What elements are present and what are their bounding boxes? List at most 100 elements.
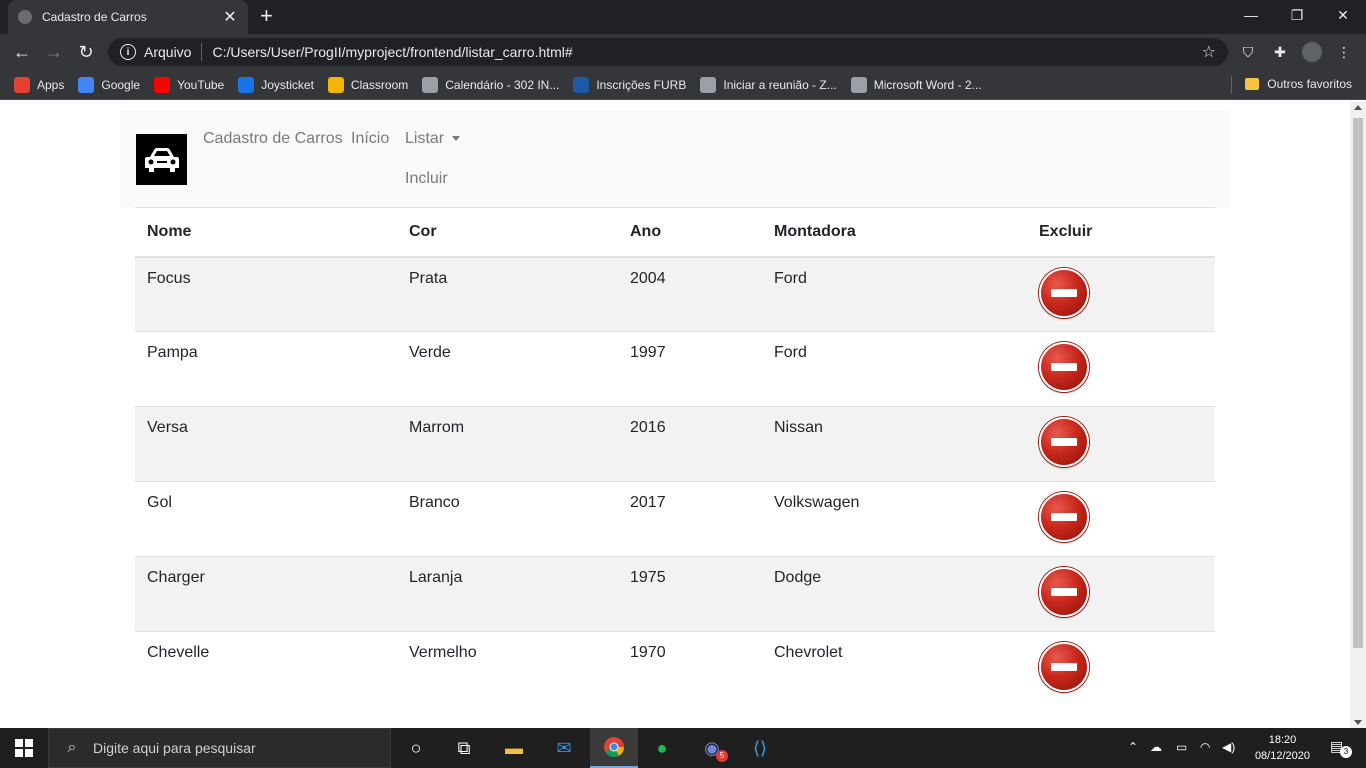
page-viewport: Cadastro de Carros Início Listar Incluir… (0, 102, 1350, 728)
cell-ano: 1970 (618, 631, 762, 707)
bookmark-item[interactable]: Joysticket (238, 76, 314, 93)
url-text[interactable]: C:/Users/User/ProgII/myproject/frontend/… (212, 44, 572, 60)
joysticket-icon (238, 76, 255, 93)
bookmark-item[interactable]: Classroom (327, 76, 408, 93)
forward-icon[interactable]: → (42, 40, 66, 64)
header-excluir: Excluir (1027, 207, 1215, 258)
bookmark-label: Inscrições FURB (596, 77, 687, 92)
restore-icon[interactable]: ❐ (1274, 0, 1320, 30)
header-ano: Ano (618, 207, 762, 258)
taskbar-clock[interactable]: 18:20 08/12/2020 (1255, 732, 1310, 764)
bookmark-label: Joysticket (261, 77, 314, 92)
minus-icon (1051, 513, 1077, 521)
cell-ano: 1975 (618, 556, 762, 632)
reload-icon[interactable]: ↻ (74, 40, 98, 64)
bookmark-item[interactable]: YouTube (154, 76, 224, 93)
cell-cor: Laranja (397, 556, 618, 632)
browser-title-bar: Cadastro de Carros ✕ + — ❐ ✕ (0, 0, 1366, 34)
cell-ano: 2017 (618, 481, 762, 557)
cell-excluir (1027, 406, 1215, 482)
cell-nome: Focus (135, 256, 397, 332)
bookmark-item[interactable]: Microsoft Word - 2... (850, 76, 982, 93)
youtube-icon (154, 76, 171, 93)
notification-center-icon[interactable]: ▤ 3 (1330, 738, 1352, 758)
windows-start-icon[interactable] (0, 728, 48, 768)
cell-montadora: Volkswagen (762, 481, 1027, 557)
caret-down-icon (452, 136, 461, 142)
scroll-up-icon[interactable] (1354, 105, 1362, 110)
minimize-icon[interactable]: — (1228, 0, 1274, 30)
task-view-icon[interactable]: ⧉ (440, 728, 488, 768)
delete-button[interactable] (1039, 342, 1089, 392)
discord-icon[interactable]: ◉ 5 (688, 728, 736, 768)
delete-button[interactable] (1039, 567, 1089, 617)
vscode-icon[interactable]: ⟨⟩ (736, 728, 784, 768)
table-row: Versa Marrom 2016 Nissan (135, 406, 1215, 482)
cell-cor: Marrom (397, 406, 618, 482)
delete-button[interactable] (1039, 492, 1089, 542)
browser-tab[interactable]: Cadastro de Carros ✕ (8, 0, 248, 34)
scroll-down-icon[interactable] (1354, 720, 1362, 725)
bookmark-item[interactable]: Inscrições FURB (573, 76, 687, 93)
wifi-icon[interactable]: ◠ (1200, 740, 1210, 754)
cell-montadora: Nissan (762, 406, 1027, 482)
delete-button[interactable] (1039, 417, 1089, 467)
bookmark-item[interactable]: Iniciar a reunião - Z... (700, 76, 837, 93)
info-icon[interactable]: i (120, 44, 136, 60)
menu-dots-icon[interactable]: ⋮ (1334, 42, 1354, 62)
cortana-icon[interactable]: ○ (392, 728, 440, 768)
profile-avatar[interactable] (1302, 42, 1322, 62)
cell-excluir (1027, 556, 1215, 632)
close-window-icon[interactable]: ✕ (1320, 0, 1366, 30)
bookmark-star-icon[interactable]: ☆ (1202, 42, 1216, 62)
header-montadora: Montadora (762, 207, 1027, 258)
cell-ano: 1997 (618, 331, 762, 407)
car-logo-icon[interactable] (136, 134, 187, 185)
navbar-brand[interactable]: Cadastro de Carros (203, 130, 343, 148)
cell-nome: Charger (135, 556, 397, 632)
cell-nome: Gol (135, 481, 397, 557)
back-icon[interactable]: ← (10, 40, 34, 64)
bookmarks-divider (1231, 76, 1232, 94)
tab-close-icon[interactable]: ✕ (222, 7, 238, 27)
file-explorer-icon[interactable]: ▬ (490, 728, 538, 768)
volume-icon[interactable]: ◀) (1222, 740, 1235, 754)
cell-montadora: Chevrolet (762, 631, 1027, 707)
clock-time: 18:20 (1268, 734, 1297, 746)
cell-nome: Chevelle (135, 631, 397, 707)
nav-link-incluir[interactable]: Incluir (405, 170, 448, 188)
taskbar-search[interactable]: ⌕ Digite aqui para pesquisar (48, 728, 391, 768)
delete-button[interactable] (1039, 642, 1089, 692)
folder-icon (1245, 78, 1260, 90)
cell-ano: 2016 (618, 406, 762, 482)
extensions-puzzle-icon[interactable]: ✚ (1270, 42, 1290, 62)
nav-link-inicio[interactable]: Início (351, 130, 389, 148)
delete-button[interactable] (1039, 267, 1089, 318)
cell-cor: Vermelho (397, 631, 618, 707)
search-icon: ⌕ (67, 739, 77, 756)
cell-montadora: Ford (762, 331, 1027, 407)
bookmark-label: Google (101, 77, 141, 92)
bookmark-label: Apps (37, 77, 65, 92)
address-bar[interactable]: i Arquivo C:/Users/User/ProgII/myproject… (108, 38, 1228, 66)
onedrive-icon[interactable]: ☁ (1150, 740, 1162, 754)
cell-excluir (1027, 331, 1215, 407)
notification-count: 3 (1340, 746, 1352, 758)
url-separator (201, 43, 203, 61)
page-scrollbar[interactable] (1350, 102, 1366, 728)
new-tab-button[interactable]: + (260, 5, 273, 27)
bookmark-item[interactable]: Apps (14, 76, 65, 93)
nav-dropdown-listar[interactable]: Listar (405, 130, 461, 148)
globe-icon (850, 76, 867, 93)
scroll-thumb[interactable] (1353, 118, 1363, 648)
bookmark-item[interactable]: Calendário - 302 IN... (422, 76, 559, 93)
bookmark-item[interactable]: Google (78, 76, 141, 93)
browser-toolbar: ← → ↻ i Arquivo C:/Users/User/ProgII/myp… (0, 34, 1366, 70)
mail-icon[interactable]: ✉ (540, 728, 588, 768)
spotify-icon[interactable]: ● (638, 728, 686, 768)
tray-chevron-icon[interactable]: ⌃ (1128, 740, 1138, 754)
other-bookmarks-folder[interactable]: Outros favoritos (1245, 77, 1352, 91)
shield-extension-icon[interactable]: ⛉ (1238, 42, 1258, 62)
battery-icon[interactable]: ▭ (1176, 740, 1187, 754)
chrome-icon[interactable] (590, 728, 638, 768)
